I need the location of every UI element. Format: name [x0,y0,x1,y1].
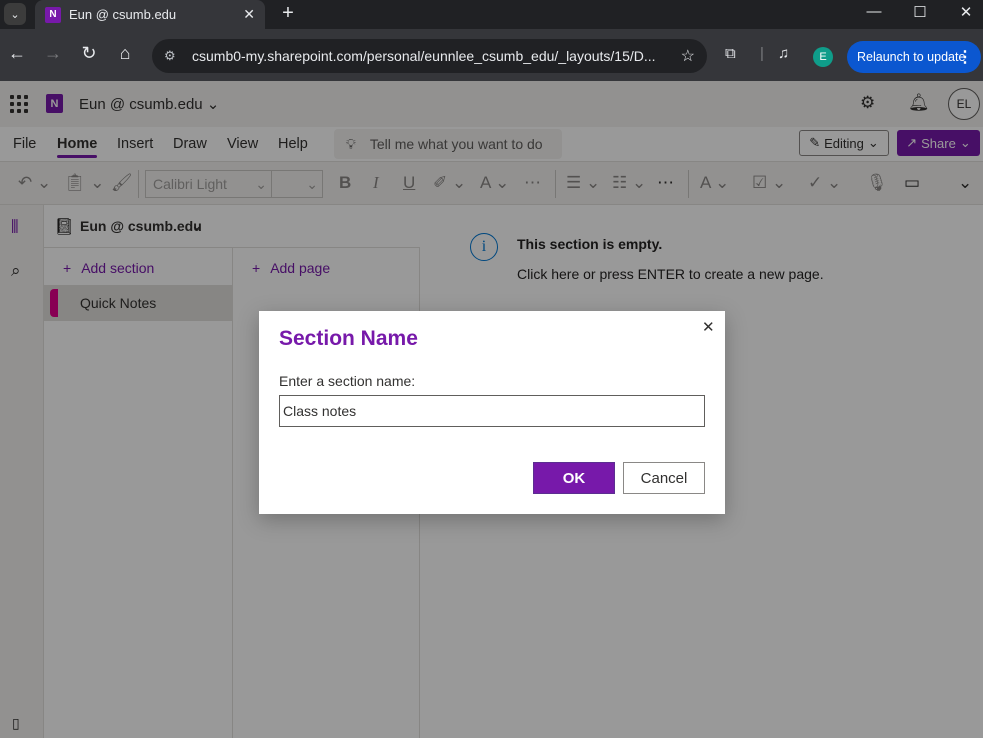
relaunch-to-update-button[interactable]: Relaunch to update ⋮ [847,41,981,73]
reload-icon[interactable]: ↻ [77,43,101,64]
extensions-puzzle-icon[interactable]: ⧉ [725,45,736,62]
dialog-title: Section Name [279,327,418,350]
home-icon[interactable]: ⌂ [113,43,137,64]
tab-title: Eun @ csumb.edu [69,7,177,22]
site-info-icon[interactable]: ⚙ [164,48,186,64]
close-tab-icon[interactable]: ✕ [243,6,255,23]
tab-search-chevron-icon[interactable]: ⌄ [4,3,26,25]
minimize-window-icon[interactable]: — [862,3,886,20]
browser-tab[interactable]: N Eun @ csumb.edu ✕ [35,0,265,29]
browser-tab-strip: ⌄ N Eun @ csumb.edu ✕ + — ☐ ✕ [0,0,983,29]
browser-menu-kebab-icon[interactable]: ⋮ [957,47,973,67]
relaunch-label: Relaunch to update [857,50,966,64]
toolbar-divider: | [760,45,764,62]
close-window-icon[interactable]: ✕ [954,3,978,21]
section-name-dialog: Section Name ✕ Enter a section name: OK … [259,311,725,514]
new-tab-plus-icon[interactable]: + [278,2,298,25]
onenote-favicon-icon: N [45,6,61,23]
maximize-window-icon[interactable]: ☐ [908,3,932,21]
section-name-input[interactable] [279,395,705,427]
close-icon[interactable]: ✕ [702,318,715,336]
back-arrow-icon[interactable]: ← [5,43,29,64]
ok-button[interactable]: OK [533,462,615,494]
address-bar[interactable]: ⚙ csumb0-my.sharepoint.com/personal/eunn… [152,39,707,73]
url-text[interactable]: csumb0-my.sharepoint.com/personal/eunnle… [186,48,681,64]
browser-toolbar: ← → ↻ ⌂ ⚙ csumb0-my.sharepoint.com/perso… [0,29,983,81]
cancel-button[interactable]: Cancel [623,462,705,494]
forward-arrow-icon[interactable]: → [41,43,65,64]
bookmark-star-icon[interactable]: ☆ [681,46,695,66]
profile-avatar[interactable]: E [813,47,833,67]
section-name-label: Enter a section name: [279,373,416,389]
media-control-icon[interactable]: ♫ [778,45,789,62]
